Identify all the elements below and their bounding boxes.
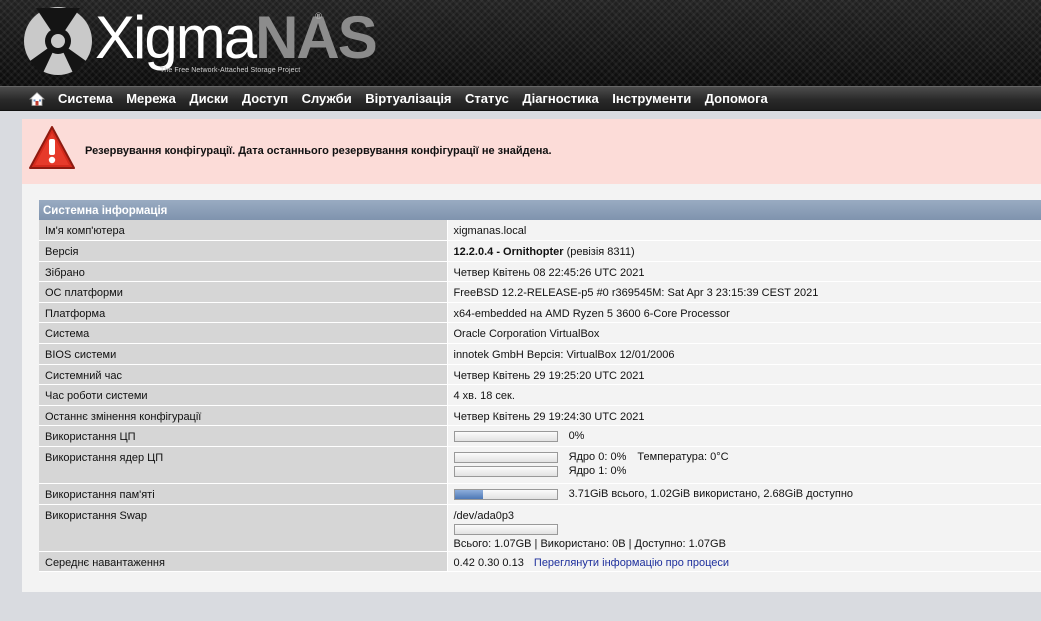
logo-tagline: The Free Network-Attached Storage Projec… — [160, 67, 301, 74]
row-platform: Платформа x64-embedded на AMD Ryzen 5 36… — [39, 302, 1041, 324]
label-bios: BIOS системи — [39, 343, 448, 365]
swap-usage-bar — [453, 524, 558, 536]
label-core-usage: Використання ядер ЦП — [39, 446, 448, 485]
main-content: Резервування конфігурації. Дата останньо… — [22, 119, 1041, 592]
label-cpu-usage: Використання ЦП — [39, 425, 448, 448]
row-clock: Системний час Четвер Квітень 29 19:25:20… — [39, 364, 1041, 386]
value-built: Четвер Квітень 08 22:45:26 UTC 2021 — [447, 261, 1041, 283]
value-os: FreeBSD 12.2-RELEASE-p5 #0 r369545M: Sat… — [447, 281, 1041, 303]
system-info-table: Ім'я комп'ютера xigmanas.local Версія 12… — [39, 220, 1041, 573]
cpu-usage-text: 0% — [568, 430, 585, 443]
core0-temperature: Температура: 0°C — [637, 451, 729, 464]
label-version: Версія — [39, 240, 448, 262]
row-load-average: Середнє навантаження 0.42 0.30 0.13 Пере… — [39, 551, 1041, 573]
value-bios: innotek GmbH Версія: VirtualBox 12/01/20… — [447, 343, 1041, 365]
label-last-config: Останнє змінення конфігурації — [39, 405, 448, 427]
label-load-average: Середнє навантаження — [39, 551, 448, 573]
menu-services[interactable]: Служби — [302, 91, 352, 106]
label-built: Зібрано — [39, 261, 448, 283]
version-revision: (ревізія 8311) — [563, 246, 635, 259]
core1-usage-bar — [453, 465, 558, 477]
main-menu: Система Мережа Диски Доступ Служби Вірту… — [0, 86, 1041, 111]
version-separator: - — [493, 246, 504, 259]
core1-usage-text: Ядро 1: 0% — [568, 465, 627, 478]
label-hostname: Ім'я комп'ютера — [39, 220, 448, 242]
memory-usage-bar — [453, 488, 558, 500]
menu-virtualization[interactable]: Віртуалізація — [365, 91, 451, 106]
label-clock: Системний час — [39, 364, 448, 386]
swap-summary: Всього: 1.07GB | Використано: 0B | Досту… — [453, 537, 726, 550]
value-last-config: Четвер Квітень 29 19:24:30 UTC 2021 — [447, 405, 1041, 427]
core0-line: Ядро 0: 0% Температура: 0°C — [453, 450, 1036, 464]
label-memory-usage: Використання пам'яті — [39, 483, 448, 505]
logo-registered-mark: ® — [314, 12, 323, 22]
menu-system[interactable]: Система — [58, 91, 113, 106]
load-average-values: 0.42 0.30 0.13 — [453, 556, 524, 569]
row-system: Система Oracle Corporation VirtualBox — [39, 322, 1041, 345]
menu-disks[interactable]: Диски — [189, 91, 228, 106]
row-core-usage: Використання ядер ЦП Ядро 0: 0% Температ… — [39, 446, 1041, 485]
label-os: ОС платформи — [39, 281, 448, 303]
value-uptime: 4 хв. 18 сек. — [447, 384, 1041, 406]
row-swap-usage: Використання Swap /dev/ada0p3 Всього: 1.… — [39, 504, 1041, 552]
value-hostname: xigmanas.local — [447, 220, 1041, 242]
home-icon[interactable] — [29, 91, 45, 107]
core0-usage-bar — [453, 451, 558, 463]
value-cpu-usage: 0% — [447, 425, 1041, 448]
value-version: 12.2.0.4 - Ornithopter (ревізія 8311) — [447, 240, 1041, 262]
row-hostname: Ім'я комп'ютера xigmanas.local — [39, 220, 1041, 242]
menu-tools[interactable]: Інструменти — [612, 91, 691, 106]
panel-title: Системна інформація — [39, 200, 1041, 220]
menu-network[interactable]: Мережа — [126, 91, 176, 106]
menu-status[interactable]: Статус — [465, 91, 509, 106]
value-clock: Четвер Квітень 29 19:25:20 UTC 2021 — [447, 364, 1041, 386]
core0-usage-text: Ядро 0: 0% — [568, 451, 627, 464]
alert-message: Резервування конфігурації. Дата останньо… — [85, 145, 552, 157]
value-memory-usage: 3.71GiB всього, 1.02GiB використано, 2.6… — [447, 483, 1041, 505]
memory-usage-bar-fill — [454, 489, 484, 499]
core1-line: Ядро 1: 0% — [453, 464, 1036, 478]
row-cpu-usage: Використання ЦП 0% — [39, 425, 1041, 448]
menu-help[interactable]: Допомога — [705, 91, 768, 106]
value-platform: x64-embedded на AMD Ryzen 5 3600 6-Core … — [447, 302, 1041, 324]
label-platform: Платформа — [39, 302, 448, 324]
menu-access[interactable]: Доступ — [242, 91, 288, 106]
system-info-panel: Системна інформація Ім'я комп'ютера xigm… — [39, 200, 1041, 573]
config-backup-alert: Резервування конфігурації. Дата останньо… — [22, 119, 1041, 184]
menu-diagnostics[interactable]: Діагностика — [522, 91, 598, 106]
value-load-average: 0.42 0.30 0.13 Переглянути інформацію пр… — [447, 551, 1041, 573]
row-built: Зібрано Четвер Квітень 08 22:45:26 UTC 2… — [39, 261, 1041, 283]
warning-triangle-icon — [29, 126, 75, 169]
logo-wordmark: XigmaNAS — [95, 2, 378, 74]
row-last-config: Останнє змінення конфігурації Четвер Кві… — [39, 405, 1041, 427]
label-swap-usage: Використання Swap — [39, 504, 448, 552]
label-system: Система — [39, 322, 448, 345]
value-system: Oracle Corporation VirtualBox — [447, 322, 1041, 345]
label-uptime: Час роботи системи — [39, 384, 448, 406]
view-processes-link[interactable]: Переглянути інформацію про процеси — [534, 557, 729, 569]
swap-device: /dev/ada0p3 — [453, 509, 515, 522]
swap-bar-line — [453, 523, 1036, 537]
memory-usage-text: 3.71GiB всього, 1.02GiB використано, 2.6… — [568, 488, 854, 501]
row-memory-usage: Використання пам'яті 3.71GiB всього, 1.0… — [39, 483, 1041, 505]
row-uptime: Час роботи системи 4 хв. 18 сек. — [39, 384, 1041, 406]
row-os: ОС платформи FreeBSD 12.2-RELEASE-p5 #0 … — [39, 281, 1041, 303]
logo-main-text: Xigma — [95, 4, 257, 71]
version-number: 12.2.0.4 — [453, 246, 494, 259]
cpu-usage-bar — [453, 431, 558, 443]
header-banner: XigmaNAS ® The Free Network-Attached Sto… — [0, 0, 1041, 86]
value-core-usage: Ядро 0: 0% Температура: 0°C Ядро 1: 0% — [447, 446, 1041, 485]
row-bios: BIOS системи innotek GmbH Версія: Virtua… — [39, 343, 1041, 365]
value-swap-usage: /dev/ada0p3 Всього: 1.07GB | Використано… — [447, 504, 1041, 552]
version-name: Ornithopter — [503, 246, 564, 259]
row-version: Версія 12.2.0.4 - Ornithopter (ревізія 8… — [39, 240, 1041, 262]
xigmanas-logo-icon — [24, 7, 92, 75]
